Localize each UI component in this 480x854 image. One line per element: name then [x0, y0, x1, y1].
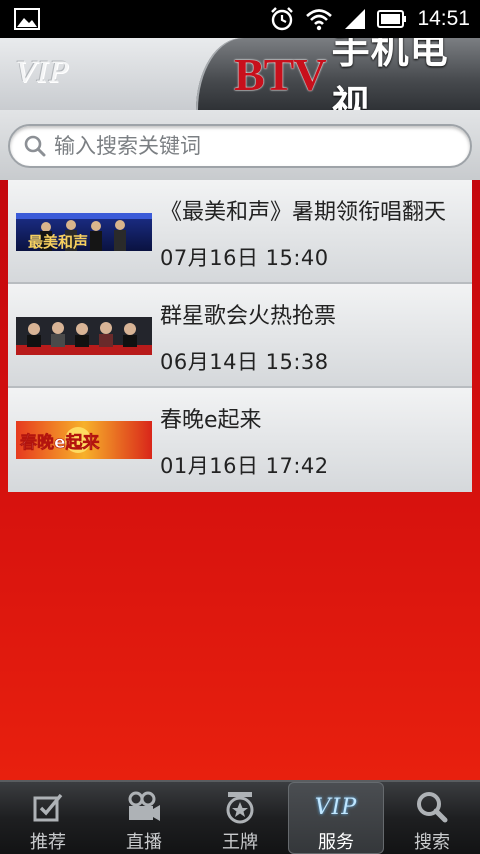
vip-tag[interactable]: VIP [16, 56, 69, 89]
tab-live[interactable]: 直播 [96, 782, 192, 854]
list-item[interactable]: 春晚e起来 春晚e起来 01月16日 17:42 [8, 388, 472, 492]
thumb-text: 春晚e起来 [20, 432, 101, 453]
vip-icon: VIP [314, 794, 358, 820]
item-title: 群星歌会火热抢票 [160, 304, 337, 329]
search-icon [417, 792, 448, 823]
status-bar: 14:51 [0, 0, 480, 38]
tab-search[interactable]: 搜索 [384, 782, 480, 854]
video-camera-icon [128, 791, 160, 821]
alarm-icon [271, 7, 294, 31]
battery-icon [377, 10, 407, 28]
tab-label: 推荐 [30, 832, 66, 853]
item-title: 《最美和声》暑期领衔唱翻天 [160, 200, 447, 225]
brand-logo: BTV 手机电视 [234, 38, 480, 110]
checkbox-edit-icon [33, 793, 63, 822]
program-list: 最美和声 《最美和声》暑期领衔唱翻天 07月16日 15:40 群星歌会火热抢票… [8, 180, 472, 492]
search-input[interactable] [54, 134, 434, 158]
list-item[interactable]: 群星歌会火热抢票 06月14日 15:38 [8, 284, 472, 388]
thumb-text: 最美和声 [28, 233, 88, 251]
clock-time: 14:51 [417, 7, 470, 30]
item-date: 07月16日 15:40 [160, 246, 329, 270]
tab-label: 搜索 [414, 832, 450, 853]
tab-label: 王牌 [222, 832, 258, 853]
tab-label: 服务 [318, 832, 354, 853]
tab-recommend[interactable]: 推荐 [0, 782, 96, 854]
search-icon [24, 135, 46, 157]
brand-latin: BTV [234, 48, 327, 100]
bottom-tab-bar: 推荐 直播 王牌 VIP 服务 搜索 [0, 780, 480, 854]
badge-icon [226, 792, 254, 824]
thumbnail-image: 最美和声 [16, 213, 152, 251]
list-item[interactable]: 最美和声 《最美和声》暑期领衔唱翻天 07月16日 15:40 [8, 180, 472, 284]
thumbnail-image [16, 317, 152, 355]
wifi-icon [306, 9, 333, 31]
gallery-icon [14, 8, 40, 30]
item-title: 春晚e起来 [160, 408, 262, 433]
tab-ace[interactable]: 王牌 [192, 782, 288, 854]
thumbnail-image: 春晚e起来 [16, 421, 152, 459]
item-date: 01月16日 17:42 [160, 454, 329, 478]
brand-cn: 手机电视 [331, 38, 449, 110]
app-header: VIP BTV 手机电视 [0, 38, 480, 110]
search-area [0, 110, 480, 180]
signal-icon [345, 9, 366, 29]
tab-label: 直播 [126, 832, 162, 853]
search-box[interactable] [8, 124, 472, 168]
item-date: 06月14日 15:38 [160, 350, 329, 374]
content-area: 最美和声 《最美和声》暑期领衔唱翻天 07月16日 15:40 群星歌会火热抢票… [0, 180, 480, 780]
tab-service[interactable]: VIP 服务 [288, 782, 384, 854]
